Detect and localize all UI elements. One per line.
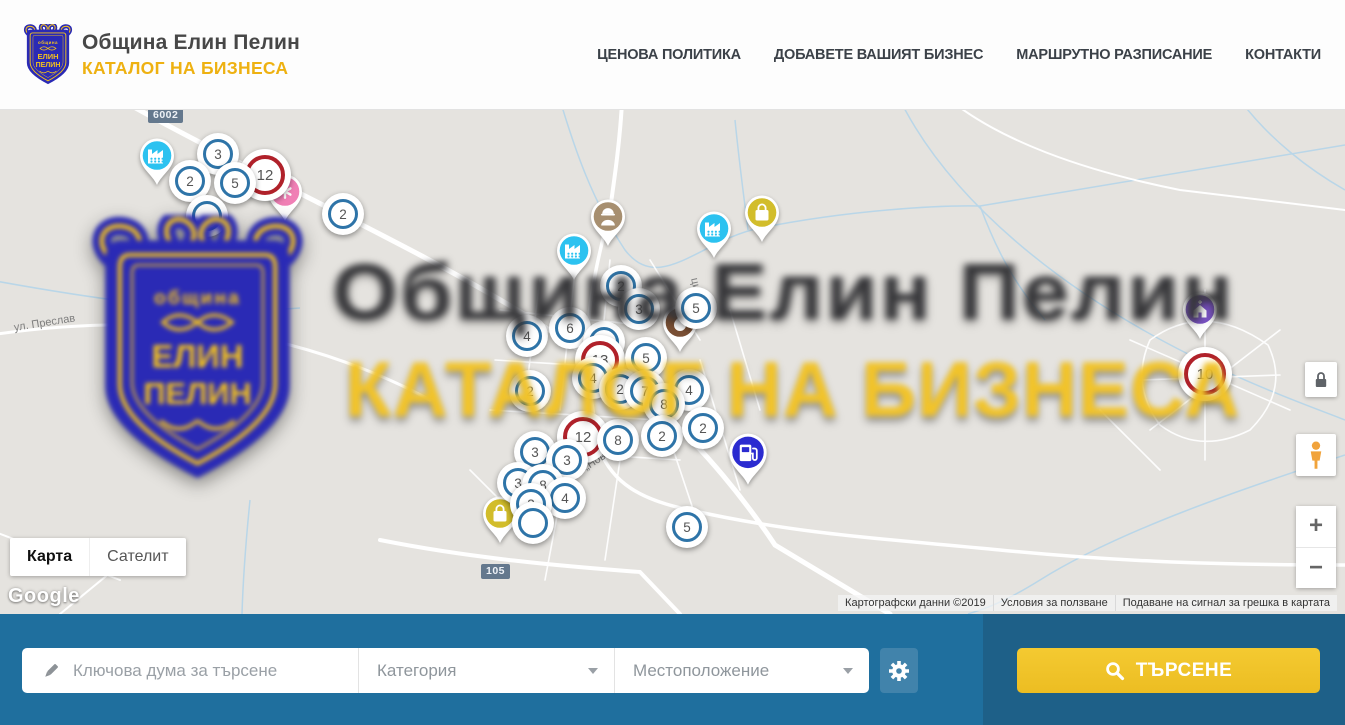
map-type-satellite-button[interactable]: Сателит bbox=[89, 538, 185, 576]
keyword-search-input[interactable] bbox=[73, 661, 344, 681]
factory-pin-marker[interactable] bbox=[694, 210, 734, 265]
nav-pricing-policy[interactable]: ЦЕНОВА ПОЛИТИКА bbox=[597, 47, 741, 63]
svg-text:община: община bbox=[38, 39, 58, 45]
map-data-copyright: Картографски данни ©2019 bbox=[838, 595, 993, 611]
factory-pin-marker[interactable] bbox=[554, 232, 594, 287]
site-title: Община Елин Пелин bbox=[82, 31, 300, 55]
worker-pin-marker[interactable] bbox=[588, 198, 628, 253]
municipality-crest-icon: община ЕЛИН ПЕЛИН bbox=[22, 24, 74, 86]
advanced-settings-button[interactable] bbox=[880, 648, 918, 693]
pencil-icon bbox=[42, 661, 60, 681]
gear-icon bbox=[887, 659, 911, 683]
terms-of-use-link[interactable]: Условия за ползване bbox=[993, 595, 1115, 611]
google-logo[interactable]: Google bbox=[8, 585, 80, 608]
svg-text:ПЕЛИН: ПЕЛИН bbox=[36, 62, 61, 69]
search-fields-bar: Категория Местоположение bbox=[22, 648, 869, 693]
cluster-marker[interactable]: 2 bbox=[322, 193, 364, 235]
location-select[interactable]: Местоположение bbox=[614, 648, 869, 693]
zoom-in-button[interactable]: + bbox=[1296, 506, 1336, 548]
chevron-down-icon bbox=[588, 668, 598, 674]
cluster-marker[interactable]: 3 bbox=[618, 288, 660, 330]
category-select[interactable]: Категория bbox=[358, 648, 614, 693]
nav-add-your-business[interactable]: ДОБАВЕТЕ ВАШИЯТ БИЗНЕС bbox=[774, 47, 983, 63]
site-logo[interactable]: община ЕЛИН ПЕЛИН Община Елин Пелин КАТА… bbox=[22, 24, 300, 86]
cluster-marker[interactable]: 8 bbox=[597, 419, 639, 461]
pegman-icon bbox=[1305, 440, 1327, 470]
church-pin-marker[interactable] bbox=[1180, 291, 1220, 346]
cluster-marker[interactable]: 5 bbox=[214, 162, 256, 204]
cluster-marker[interactable]: 5 bbox=[666, 506, 708, 548]
map-attribution: Картографски данни ©2019 Условия за полз… bbox=[838, 595, 1337, 611]
report-map-error-link[interactable]: Подаване на сигнал за грешка в картата bbox=[1115, 595, 1337, 611]
search-icon bbox=[1105, 661, 1125, 681]
location-select-label: Местоположение bbox=[633, 661, 769, 681]
search-button-label: ТЪРСЕНЕ bbox=[1136, 660, 1233, 682]
site-header: община ЕЛИН ПЕЛИН Община Елин Пелин КАТА… bbox=[0, 0, 1345, 110]
cluster-marker[interactable]: 2 bbox=[641, 415, 683, 457]
page: община ЕЛИН ПЕЛИН Община Елин Пелин КАТА… bbox=[0, 0, 1345, 725]
cluster-marker[interactable] bbox=[186, 195, 228, 237]
map-type-control: Карта Сателит bbox=[10, 538, 186, 576]
cluster-marker[interactable]: 5 bbox=[675, 287, 717, 329]
bag-pin-marker[interactable] bbox=[742, 194, 782, 249]
search-button[interactable]: ТЪРСЕНЕ bbox=[1017, 648, 1320, 693]
map-type-map-button[interactable]: Карта bbox=[10, 538, 89, 576]
keyword-field-segment bbox=[22, 648, 358, 693]
main-nav: ЦЕНОВА ПОЛИТИКА ДОБАВЕТЕ ВАШИЯТ БИЗНЕС М… bbox=[597, 0, 1321, 110]
fuel-pin-marker[interactable] bbox=[726, 432, 770, 492]
marker-layer: 31225223546713542274812822333843510 bbox=[0, 110, 1345, 614]
zoom-control: + − bbox=[1296, 506, 1336, 588]
category-select-label: Категория bbox=[377, 661, 456, 681]
nav-route-schedule[interactable]: МАРШРУТНО РАЗПИСАНИЕ bbox=[1016, 47, 1212, 63]
cluster-marker[interactable]: 4 bbox=[506, 315, 548, 357]
lock-icon bbox=[1312, 370, 1330, 390]
fullscreen-lock-button[interactable] bbox=[1305, 362, 1337, 397]
cluster-marker[interactable]: 2 bbox=[682, 407, 724, 449]
site-subtitle: КАТАЛОГ НА БИЗНЕСА bbox=[82, 58, 300, 79]
zoom-out-button[interactable]: − bbox=[1296, 548, 1336, 589]
cluster-marker[interactable] bbox=[512, 502, 554, 544]
nav-contacts[interactable]: КОНТАКТИ bbox=[1245, 47, 1321, 63]
brand-text: Община Елин Пелин КАТАЛОГ НА БИЗНЕСА bbox=[82, 31, 300, 79]
cluster-marker[interactable]: 10 bbox=[1178, 347, 1232, 401]
map-canvas[interactable]: ул. Преславбул. „Новоселци“ции6002105 bbox=[0, 110, 1345, 614]
chevron-down-icon bbox=[843, 668, 853, 674]
cluster-marker[interactable]: 2 bbox=[509, 370, 551, 412]
street-view-pegman-button[interactable] bbox=[1296, 434, 1336, 476]
search-section: Категория Местоположение bbox=[0, 614, 1345, 725]
svg-text:ЕЛИН: ЕЛИН bbox=[37, 52, 58, 61]
